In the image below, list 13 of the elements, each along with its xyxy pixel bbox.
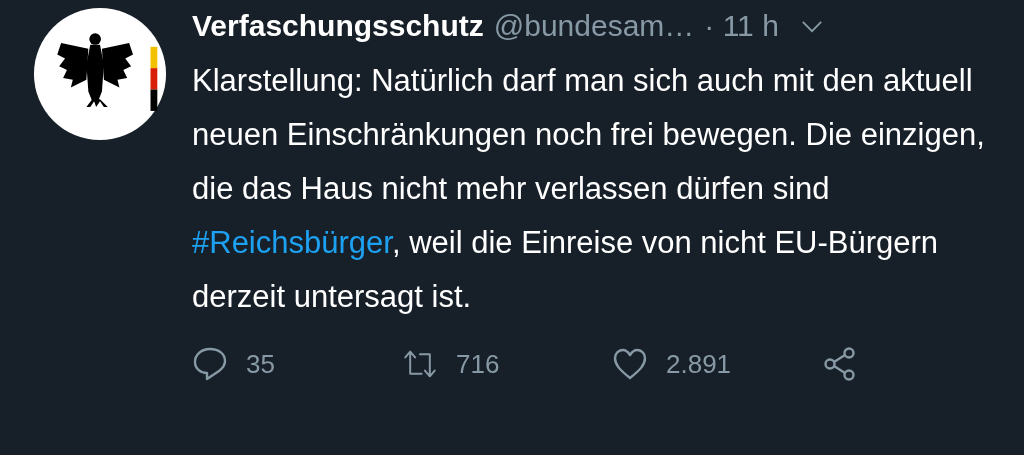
speech-bubble-icon[interactable] [192,346,228,382]
heart-icon[interactable] [612,346,648,382]
user-handle[interactable]: @bundesam… [493,9,695,43]
retweet-count: 716 [456,348,500,380]
hashtag-link[interactable]: #Reichsbürger [192,225,392,260]
like-count: 2.891 [666,348,732,380]
display-name[interactable]: Verfaschungsschutz [192,9,484,43]
timestamp: · 11 h [704,9,779,43]
tweet-text: Klarstellung: Natürlich darf man sich auch mit den aktuell neuen Einschränkungen noch frei bewegen. Die einzigen, die das Haus nicht mehr verlassen dürfen sind #Reichsbürger, weil die Einreise von nicht EU-Bürgern derzeit untersagt ist. [192,62,986,316]
reply-count: 35 [246,348,275,380]
chevron-down-icon[interactable] [800,19,823,33]
avatar-drawing[interactable] [32,6,168,142]
share-icon[interactable] [822,346,858,382]
